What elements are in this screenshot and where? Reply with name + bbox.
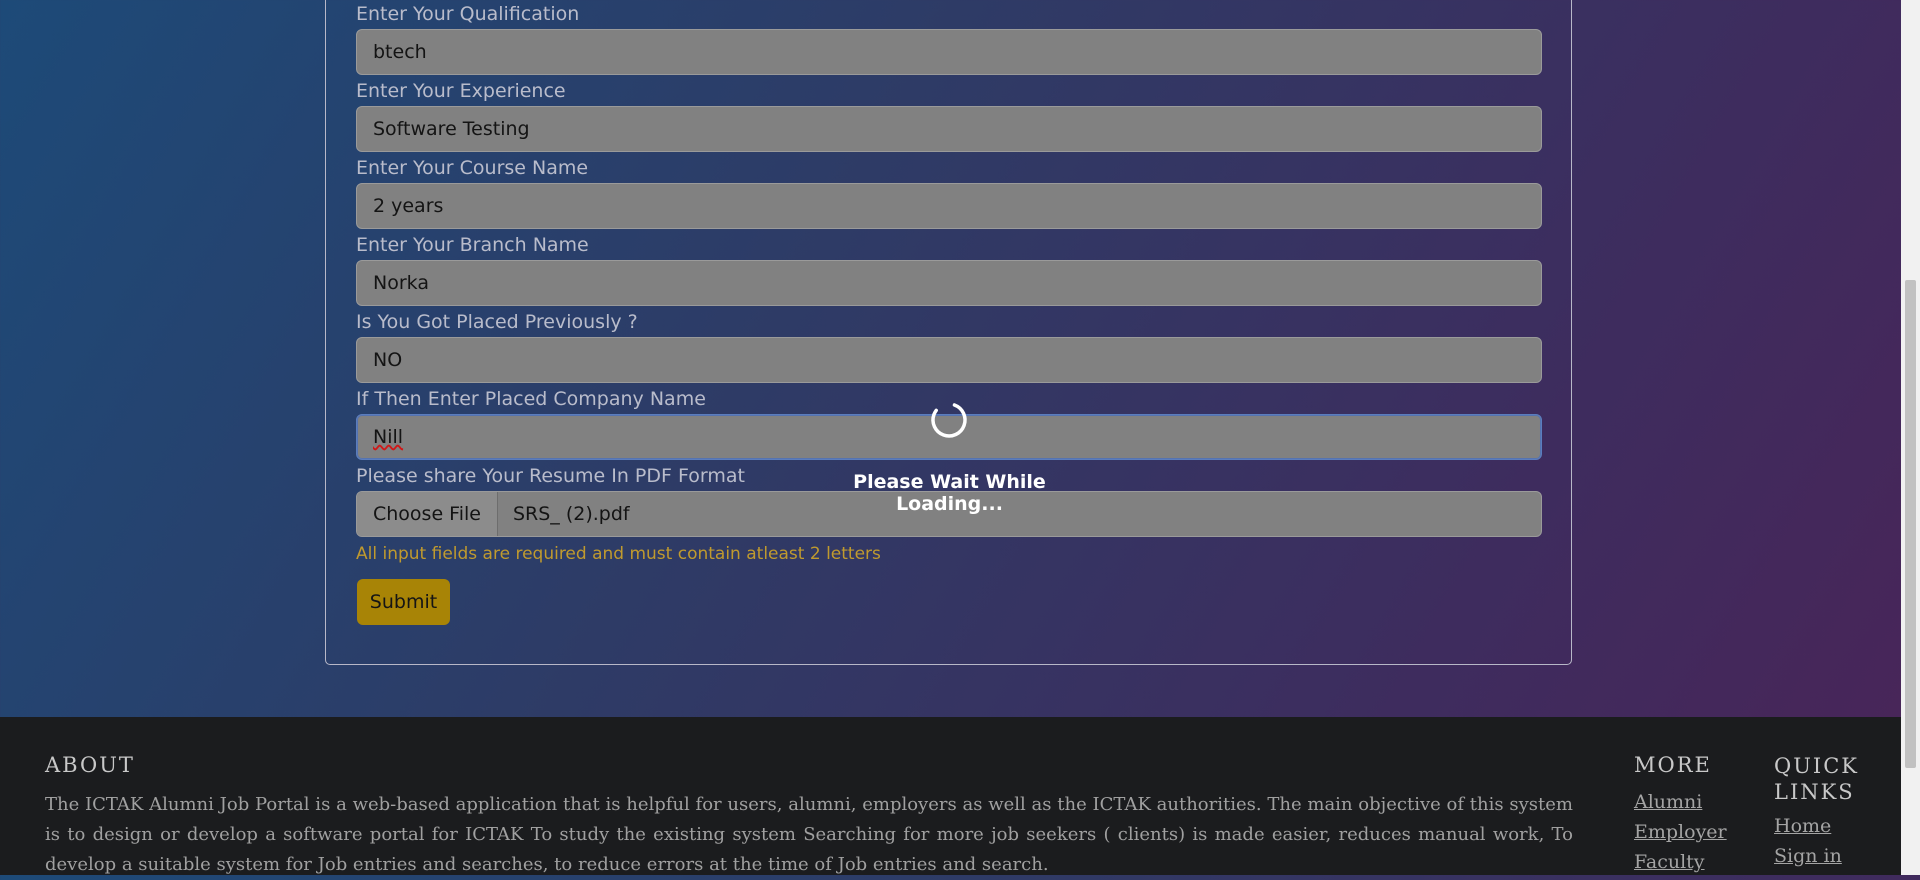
placed-company-label: If Then Enter Placed Company Name xyxy=(356,388,706,410)
resume-label: Please share Your Resume In PDF Format xyxy=(356,465,745,487)
quick-links-heading: QUICK LINKS xyxy=(1774,754,1859,804)
branch-name-input[interactable]: Norka xyxy=(356,260,1542,306)
scrollbar-thumb[interactable] xyxy=(1905,280,1916,768)
placed-previously-input[interactable]: NO xyxy=(356,337,1542,383)
footer-link-faculty[interactable]: Faculty xyxy=(1634,851,1705,873)
qualification-input[interactable]: btech xyxy=(356,29,1542,75)
choose-file-button[interactable]: Choose File xyxy=(357,492,498,536)
placed-company-value: Nill xyxy=(373,426,404,448)
placed-previously-label: Is You Got Placed Previously ? xyxy=(356,311,638,333)
vertical-scrollbar[interactable] xyxy=(1901,0,1920,875)
experience-label: Enter Your Experience xyxy=(356,80,566,102)
more-heading: MORE xyxy=(1634,753,1712,777)
footer-link-alumni[interactable]: Alumni xyxy=(1634,791,1702,813)
course-name-label: Enter Your Course Name xyxy=(356,157,589,179)
footer-link-home[interactable]: Home xyxy=(1774,815,1831,837)
about-text: The ICTAK Alumni Job Portal is a web-bas… xyxy=(45,794,1573,875)
loading-message: Please Wait While Loading... xyxy=(853,471,1046,515)
course-name-input[interactable]: 2 years xyxy=(356,183,1542,229)
footer-link-employer[interactable]: Employer xyxy=(1634,821,1727,843)
qualification-label: Enter Your Qualification xyxy=(356,3,580,25)
resume-file-name: SRS_ (2).pdf xyxy=(512,503,630,525)
experience-input[interactable]: Software Testing xyxy=(356,106,1542,152)
branch-name-label: Enter Your Branch Name xyxy=(356,234,589,256)
footer-link-signin[interactable]: Sign in xyxy=(1774,845,1842,867)
validation-hint: All input fields are required and must c… xyxy=(356,544,881,564)
about-heading: ABOUT xyxy=(45,753,135,777)
submit-button[interactable]: Submit xyxy=(357,579,450,625)
spinner-icon xyxy=(929,400,969,440)
